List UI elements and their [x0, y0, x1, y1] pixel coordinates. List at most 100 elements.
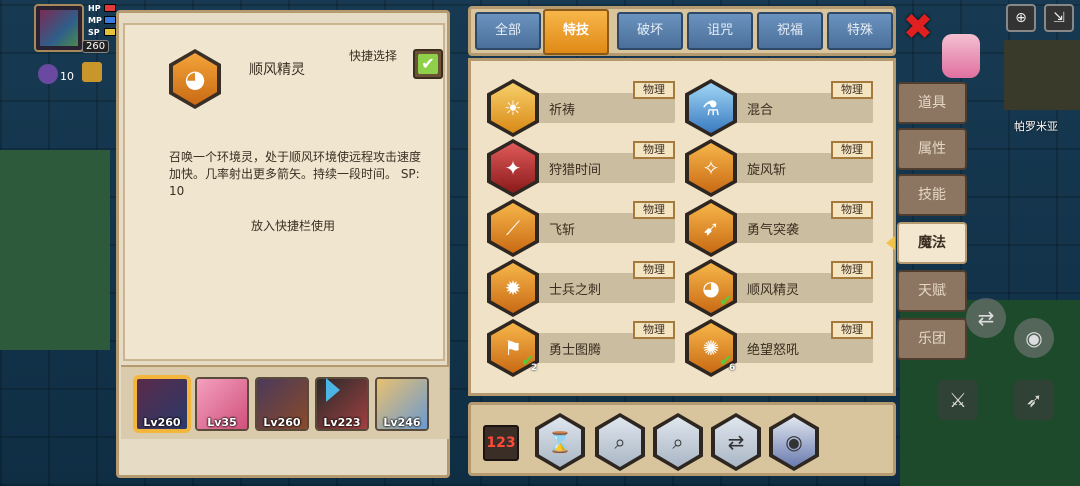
bow-icon[interactable]: ➶ — [1014, 380, 1054, 420]
strip-next-arrow-icon[interactable] — [326, 378, 340, 402]
quick-select-checkbox[interactable]: ✔ — [413, 49, 443, 79]
skill-type-tag: 物理 — [831, 81, 873, 99]
skill-item[interactable]: ⚑ ✔ 2 勇士图腾 物理 — [487, 319, 675, 377]
character-slot[interactable]: Lv260 — [255, 377, 309, 431]
tab-blessing[interactable]: 祝福 — [757, 12, 823, 50]
quickbar-slot[interactable]: ⌛ — [535, 413, 585, 471]
equipped-check-icon: ✔ — [719, 291, 733, 310]
character-strip: Lv260 Lv35 Lv260 Lv223 Lv246 — [121, 365, 449, 439]
skill-name: 勇士图腾 — [549, 343, 602, 358]
spike-icon: ✹ — [491, 263, 535, 313]
skill-type-tag: 物理 — [633, 141, 675, 159]
swap-icon: ⇄ — [715, 417, 757, 467]
skill-description: 召唤一个环境灵，处于顺风环境使远程攻击速度加快。几率射出更多箭矢。持续一段时间。… — [169, 150, 422, 198]
character-level: Lv223 — [323, 416, 361, 429]
location-name: 帕罗米亚 — [1014, 120, 1058, 133]
character-slot[interactable]: Lv246 — [375, 377, 429, 431]
side-tab-attributes[interactable]: 属性 — [897, 128, 967, 170]
side-tab-band[interactable]: 乐团 — [897, 318, 967, 360]
buff-count: 10 — [60, 70, 74, 83]
skill-item[interactable]: ✹ 士兵之刺 物理 — [487, 259, 675, 317]
character-level: Lv260 — [143, 416, 181, 429]
skill-name: 绝望怒吼 — [747, 343, 800, 358]
hp-label: HP — [88, 4, 101, 13]
skill-name: 顺风精灵 — [747, 283, 800, 298]
skill-type-tag: 物理 — [831, 261, 873, 279]
skill-slot-count: 6 — [729, 363, 736, 373]
pray-icon: ☀ — [491, 83, 535, 133]
skill-name: 狩猎时间 — [549, 163, 602, 178]
mp-label: MP — [88, 16, 102, 25]
tab-special[interactable]: 特技 — [543, 9, 609, 55]
swap-icon[interactable]: ⇄ — [966, 298, 1006, 338]
npc-sprite — [942, 34, 980, 78]
skill-slot-count: 2 — [531, 363, 538, 373]
skill-item[interactable]: ⚗ 混合 物理 — [685, 79, 873, 137]
minimap[interactable] — [1004, 40, 1080, 110]
exit-icon[interactable]: ⇲ — [1044, 4, 1074, 32]
charge-icon: ➹ — [689, 203, 733, 253]
character-slot[interactable]: Lv260 — [135, 377, 189, 431]
side-tab-skills[interactable]: 技能 — [897, 174, 967, 216]
player-level: 260 — [82, 40, 110, 53]
quickbar-page-indicator[interactable]: 123 — [483, 425, 519, 461]
fly-slash-icon: ⟋ — [491, 203, 535, 253]
skill-name: 士兵之刺 — [549, 283, 602, 298]
hp-bar — [104, 4, 116, 12]
skill-type-tag: 物理 — [633, 201, 675, 219]
skill-item[interactable]: ✦ 狩猎时间 物理 — [487, 139, 675, 197]
side-tab-talent[interactable]: 天赋 — [897, 270, 967, 312]
skill-item[interactable]: ⟋ 飞斩 物理 — [487, 199, 675, 257]
skill-item[interactable]: ☀ 祈祷 物理 — [487, 79, 675, 137]
whirlwind-icon: ✧ — [689, 143, 733, 193]
tab-all[interactable]: 全部 — [475, 12, 541, 50]
character-slot[interactable]: Lv35 — [195, 377, 249, 431]
quickbar-slot[interactable]: ⌕ — [653, 413, 703, 471]
skill-type-tag: 物理 — [633, 81, 675, 99]
side-tab-items[interactable]: 道具 — [897, 82, 967, 124]
mp-bar — [104, 16, 116, 24]
skill-type-tag: 物理 — [831, 321, 873, 339]
skill-item[interactable]: ➹ 勇气突袭 物理 — [685, 199, 873, 257]
globe-icon[interactable]: ⊕ — [1006, 4, 1036, 32]
checkmark-icon: ✔ — [418, 54, 438, 74]
skill-item[interactable]: ✧ 旋风斩 物理 — [685, 139, 873, 197]
quickbar-slot[interactable]: ⇄ — [711, 413, 761, 471]
buff-icon — [38, 64, 58, 84]
skill-item[interactable]: ✺ ✔ 6 绝望怒吼 物理 — [685, 319, 873, 377]
skill-type-tag: 物理 — [633, 321, 675, 339]
category-tabs: 全部 特技 破坏 诅咒 祝福 特殊 — [468, 6, 896, 56]
skill-name: 祈祷 — [549, 103, 576, 118]
ring-icon[interactable]: ◉ — [1014, 318, 1054, 358]
quickbar-slot[interactable]: ⌕ — [595, 413, 645, 471]
character-level: Lv246 — [383, 416, 421, 429]
quickbar: 123 ⌛ ⌕ ⌕ ⇄ ◉ — [468, 402, 896, 476]
skill-type-tag: 物理 — [831, 201, 873, 219]
tab-curse[interactable]: 诅咒 — [687, 12, 753, 50]
selected-skill-icon: ◕ — [169, 49, 221, 109]
background-grass — [0, 150, 110, 350]
tab-misc[interactable]: 特殊 — [827, 12, 893, 50]
side-tab-magic[interactable]: 魔法 — [897, 222, 967, 264]
character-slot[interactable]: Lv223 — [315, 377, 369, 431]
item-icon[interactable] — [82, 62, 102, 82]
sp-label: SP — [88, 28, 100, 37]
close-icon[interactable]: ✖ — [900, 10, 936, 46]
skill-grid: ☀ 祈祷 物理 ⚗ 混合 物理 ✦ 狩猎时间 物理 ✧ 旋风斩 物理 ⟋ 飞斩 物理 ➹ 勇气突袭 物理… — [468, 58, 896, 396]
skill-item[interactable]: ◕ ✔ 顺风精灵 物理 — [685, 259, 873, 317]
skill-name: 旋风斩 — [747, 163, 787, 178]
skill-list-panel: 全部 特技 破坏 诅咒 祝福 特殊 ☀ 祈祷 物理 ⚗ 混合 物理 ✦ 狩猎时间 物理 ✧ 旋… — [468, 6, 896, 478]
quickbar-slot[interactable]: ◉ — [769, 413, 819, 471]
player-avatar[interactable] — [34, 4, 84, 52]
hunt-icon: ✦ — [491, 143, 535, 193]
sp-bar — [104, 28, 116, 36]
active-tab-arrow-icon — [886, 236, 895, 250]
add-to-quickbar-button[interactable]: 放入快捷栏使用 — [251, 217, 335, 234]
magnifier-icon: ⌕ — [599, 417, 641, 467]
skill-name: 混合 — [747, 103, 774, 118]
tab-destroy[interactable]: 破坏 — [617, 12, 683, 50]
sword-icon[interactable]: ⚔ — [938, 380, 978, 420]
character-level: Lv35 — [207, 416, 237, 429]
magnifier-icon: ⌕ — [657, 417, 699, 467]
skill-name: 勇气突袭 — [747, 223, 800, 238]
